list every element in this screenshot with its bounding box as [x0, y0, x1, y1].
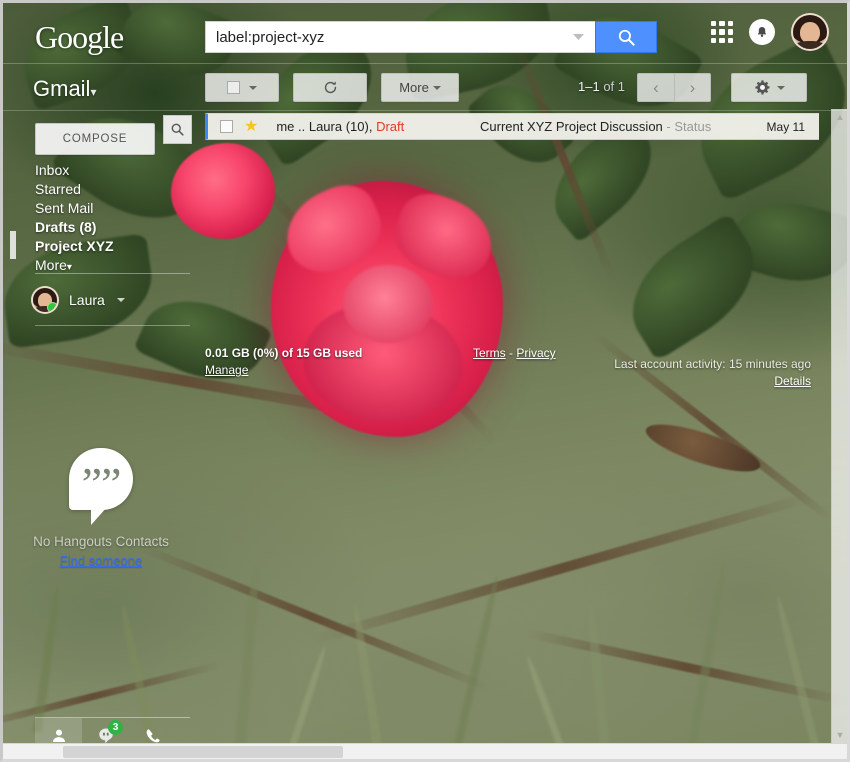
last-activity-text: Last account activity: 15 minutes ago	[614, 357, 811, 371]
storage-info: 0.01 GB (0%) of 15 GB used Manage	[205, 346, 362, 379]
chat-header: Laura	[31, 283, 196, 317]
storage-usage-text: 0.01 GB (0%) of 15 GB used	[205, 346, 363, 360]
terms-link[interactable]: Terms	[473, 346, 506, 360]
table-row[interactable]: ★ me .. Laura (10), Draft Current XYZ Pr…	[205, 113, 819, 140]
search-input[interactable]	[216, 28, 569, 46]
hangouts-bubble-icon: ””	[69, 448, 133, 525]
chevron-down-icon[interactable]	[569, 33, 587, 41]
row-checkbox[interactable]	[220, 120, 233, 133]
sidebar-item-sent-mail[interactable]: Sent Mail	[35, 199, 185, 218]
avatar[interactable]	[791, 13, 829, 51]
bell-icon[interactable]	[749, 19, 775, 45]
sidebar-divider	[35, 273, 190, 274]
hangouts-badge: 3	[108, 720, 123, 735]
chevron-down-icon[interactable]	[116, 298, 125, 302]
legal-links: Terms - Privacy	[473, 346, 556, 360]
row-subject: Current XYZ Project Discussion	[480, 119, 663, 134]
chevron-down-icon[interactable]: ▼	[832, 727, 847, 743]
chevron-down-icon: ▾	[90, 85, 97, 99]
row-draft-label: Draft	[376, 119, 405, 134]
gmail-toolbar: Gmail▾	[3, 63, 847, 111]
browser-window: Google label:project-xyz Gmail▾ More 1–1…	[0, 0, 850, 762]
sidebar-item-inbox[interactable]: Inbox	[35, 161, 185, 180]
google-logo[interactable]: Google	[35, 19, 124, 56]
gmail-logo[interactable]: Gmail▾	[33, 76, 96, 102]
find-someone-link[interactable]: Find someone	[3, 553, 199, 568]
horizontal-scrollbar[interactable]	[3, 743, 847, 759]
row-senders: me .. Laura (10), Draft	[276, 119, 404, 134]
hangouts-quote-glyph: ””	[81, 457, 122, 509]
row-snippet: - Status	[662, 119, 712, 134]
chevron-down-icon: ▾	[66, 262, 72, 273]
manage-storage-link[interactable]: Manage	[205, 363, 248, 377]
chevron-up-icon[interactable]: ▲	[832, 109, 847, 125]
sidebar-item-drafts[interactable]: Drafts (8)	[35, 218, 185, 237]
star-icon[interactable]: ★	[244, 118, 258, 135]
row-date: May 11	[766, 119, 805, 134]
vertical-scrollbar[interactable]: ▲ ▼	[831, 109, 847, 743]
search-icon	[618, 29, 635, 46]
search-box[interactable]	[205, 21, 595, 53]
privacy-link[interactable]: Privacy	[516, 346, 555, 360]
account-activity-info: Last account activity: 15 minutes ago De…	[614, 357, 811, 390]
activity-details-link[interactable]: Details	[774, 374, 811, 388]
hangouts-empty-text: No Hangouts Contacts	[33, 534, 169, 549]
apps-grid-icon[interactable]	[711, 21, 733, 43]
sidebar-item-project-xyz[interactable]: Project XYZ	[35, 237, 185, 256]
online-status-dot	[47, 302, 57, 312]
row-subject-area: Current XYZ Project Discussion - Status	[480, 119, 711, 134]
sidebar-more-label: More	[35, 257, 67, 273]
search-button[interactable]	[595, 21, 657, 53]
search-bar	[205, 21, 657, 53]
sidebar-item-starred[interactable]: Starred	[35, 180, 185, 199]
header-icon-group	[711, 13, 829, 51]
google-header-bar: Google	[3, 3, 847, 63]
row-senders-names: me .. Laura (10),	[276, 119, 377, 134]
chat-search-button[interactable]	[163, 115, 192, 144]
legal-separator: -	[505, 346, 517, 360]
sidebar-nav-list: Inbox Starred Sent Mail Drafts (8) Proje…	[35, 161, 185, 277]
sidebar-scroll-marker[interactable]	[10, 231, 16, 259]
horizontal-scrollbar-thumb[interactable]	[63, 746, 343, 758]
sidebar: COMPOSE Inbox Starred Sent Mail Drafts (…	[3, 113, 199, 759]
gmail-logo-label: Gmail	[33, 76, 91, 101]
chat-divider	[35, 325, 190, 326]
search-icon	[171, 123, 184, 136]
chat-avatar[interactable]	[31, 286, 59, 314]
hangouts-empty-state: ”” No Hangouts Contacts Find someone	[3, 448, 199, 568]
compose-button[interactable]: COMPOSE	[35, 123, 155, 155]
chat-user-name[interactable]: Laura	[69, 292, 105, 308]
